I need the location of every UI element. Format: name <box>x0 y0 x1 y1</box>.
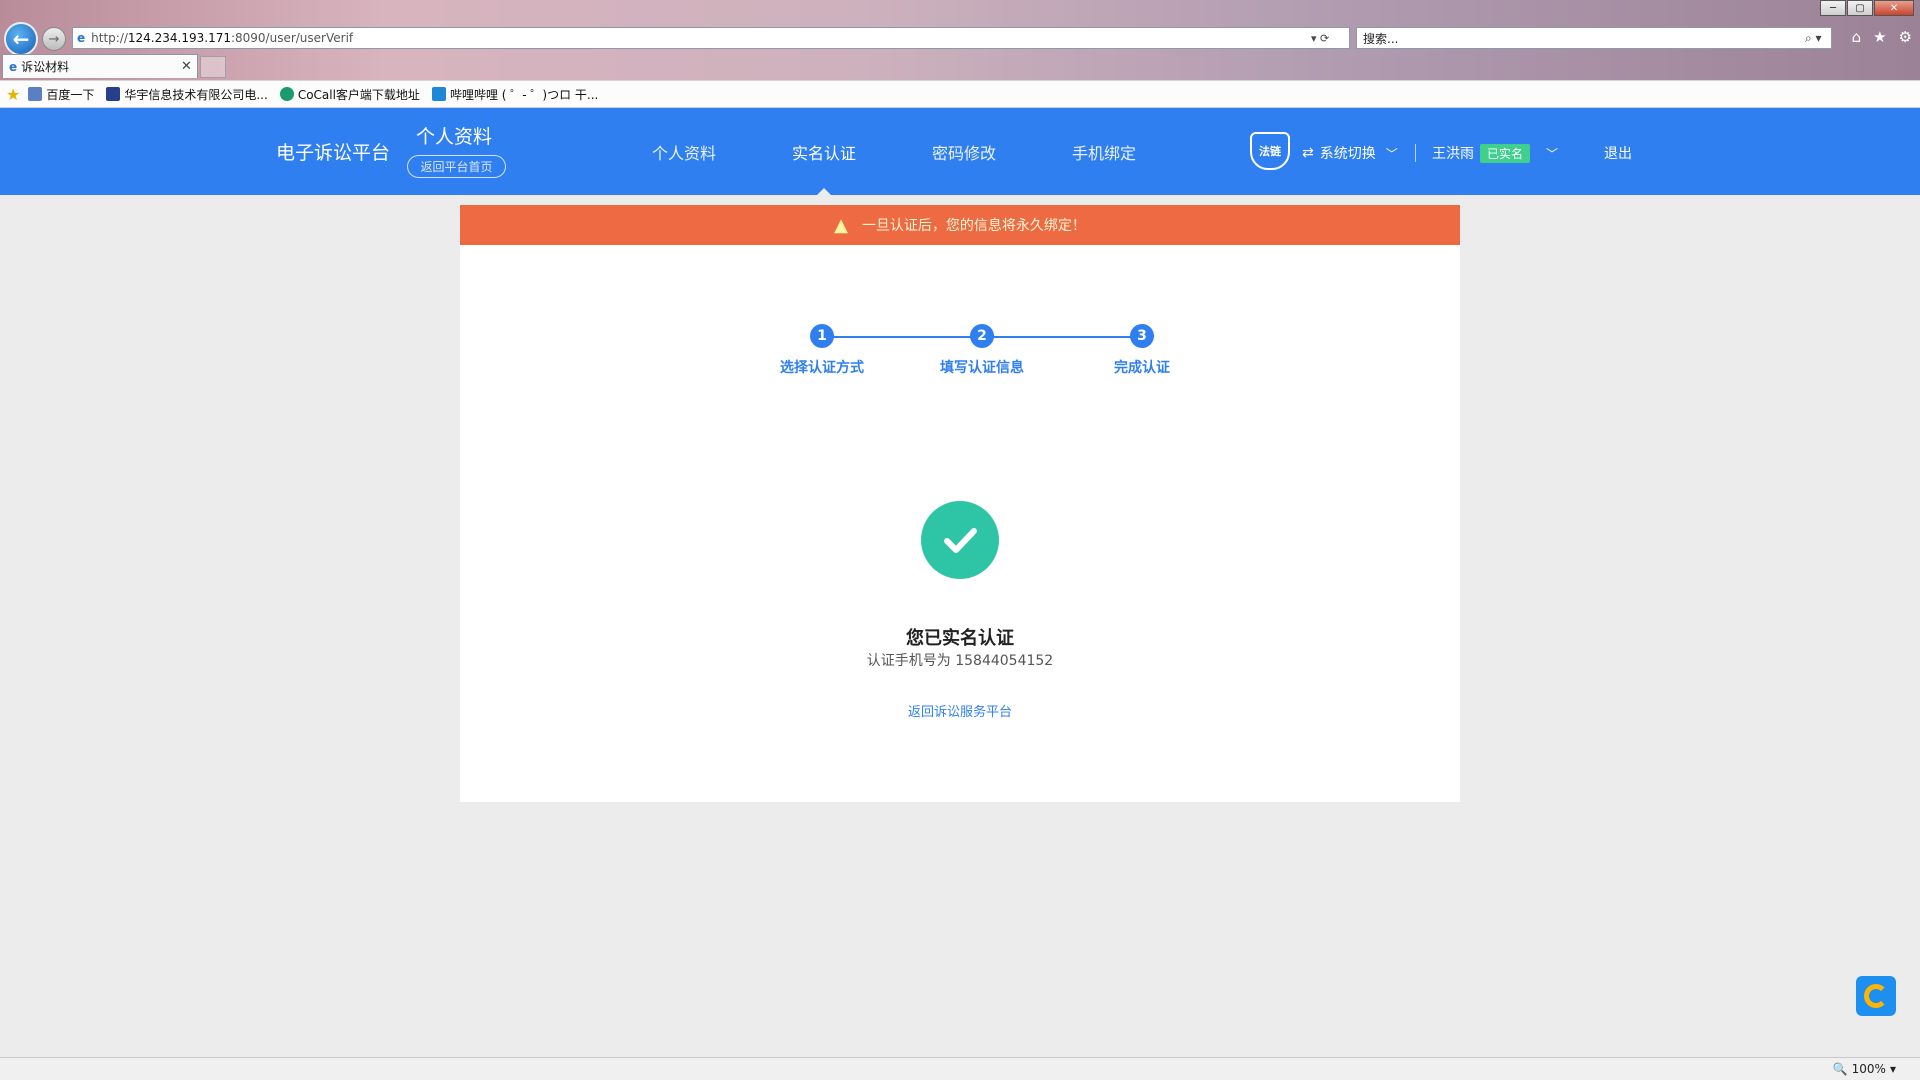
tab-title: 诉讼材料 <box>21 60 70 74</box>
search-icon[interactable]: ⌕ ▾ <box>1805 31 1831 46</box>
tab-profile[interactable]: 个人资料 <box>614 108 754 195</box>
step-number: 1 <box>810 324 834 348</box>
thunisoft-icon <box>106 87 121 101</box>
arrow-right-icon: → <box>48 31 60 47</box>
page-title: 个人资料 <box>416 126 493 148</box>
close-window-button[interactable]: ✕ <box>1874 0 1914 16</box>
brand-title[interactable]: 电子诉讼平台 <box>276 138 390 165</box>
close-tab-icon[interactable]: ✕ <box>181 59 197 74</box>
tab-real-name[interactable]: 实名认证 <box>754 108 894 195</box>
favorites-bar: ★ 百度一下 华宇信息技术有限公司电... CoCall客户端下载地址 哔哩哔哩… <box>0 80 1920 108</box>
home-icon[interactable]: ⌂ <box>1852 28 1862 46</box>
swap-icon: ⇄ <box>1302 145 1314 161</box>
arrow-left-icon: ← <box>12 27 30 51</box>
page-icon <box>28 87 43 101</box>
status-badge: 已实名 <box>1480 143 1531 163</box>
tab-phone-binding[interactable]: 手机绑定 <box>1034 108 1174 195</box>
favorite-link[interactable]: 百度一下 <box>28 86 94 103</box>
chat-icon <box>1864 984 1888 1008</box>
system-switch-label: 系统切换 <box>1319 146 1376 162</box>
minimize-button[interactable]: ─ <box>1820 0 1846 16</box>
logout-button[interactable]: 退出 <box>1604 143 1632 163</box>
top-nav: 个人资料 实名认证 密码修改 手机绑定 <box>614 108 1174 195</box>
search-input[interactable]: 搜索... <box>1363 30 1805 47</box>
favorite-link[interactable]: CoCall客户端下载地址 <box>279 86 420 103</box>
step-label: 完成认证 <box>1114 360 1170 376</box>
maximize-button[interactable]: ▢ <box>1847 0 1873 16</box>
window-controls: ─ ▢ ✕ <box>1819 0 1914 16</box>
return-home-button[interactable]: 返回平台首页 <box>407 155 506 178</box>
browser-title-bar: ─ ▢ ✕ ← → e http://124.234.193.171:8090/… <box>0 0 1920 86</box>
zoom-control[interactable]: 🔍 100% ▾ <box>1833 1062 1896 1076</box>
result-subtitle: 认证手机号为 15844054152 <box>866 653 1054 669</box>
ie-icon: e <box>9 59 18 74</box>
browser-toolbar-icons: ⌂ ★ ⚙ <box>1852 28 1912 46</box>
favorite-link[interactable]: 华宇信息技术有限公司电... <box>106 86 268 103</box>
user-menu[interactable]: 王洪雨 已实名 ﹀ <box>1432 143 1558 163</box>
step-1: 1 选择认证方式 <box>742 324 902 377</box>
step-number: 3 <box>1130 324 1154 348</box>
success-check-icon <box>921 501 999 579</box>
cocall-icon <box>279 87 294 101</box>
chevron-down-icon: ▾ <box>1889 1062 1896 1076</box>
chevron-down-icon: ﹀ <box>1385 146 1398 161</box>
step-label: 填写认证信息 <box>940 360 1024 376</box>
browser-status-bar: 🔍 100% ▾ <box>0 1057 1920 1080</box>
step-3: 3 完成认证 <box>1062 324 1222 377</box>
gear-icon[interactable]: ⚙ <box>1899 28 1912 46</box>
step-label: 选择认证方式 <box>780 360 864 376</box>
progress-steps: 1 选择认证方式 2 填写认证信息 3 完成认证 <box>742 324 1182 384</box>
tab-password[interactable]: 密码修改 <box>894 108 1034 195</box>
browser-tab[interactable]: e 诉讼材料 ✕ <box>2 54 198 78</box>
search-box[interactable]: 搜索... ⌕ ▾ <box>1356 27 1832 49</box>
chevron-down-icon: ﹀ <box>1546 146 1559 161</box>
favorite-link[interactable]: 哔哩哔哩 ( ゜- ゜)つロ 干... <box>431 86 598 103</box>
favorites-star-icon[interactable]: ★ <box>1873 28 1886 46</box>
address-url[interactable]: http://124.234.193.171:8090/user/userVer… <box>91 31 1311 45</box>
step-number: 2 <box>970 324 994 348</box>
system-switch[interactable]: ⇄ 系统切换 ﹀ <box>1302 143 1398 163</box>
return-service-platform-link: 返回诉讼服务平台 <box>907 705 1012 720</box>
warning-text: 一旦认证后，您的信息将永久绑定！ <box>861 218 1086 234</box>
step-2: 2 填写认证信息 <box>902 324 1062 377</box>
user-name: 王洪雨 <box>1432 146 1474 162</box>
site-header: 电子诉讼平台 个人资料 返回平台首页 个人资料 实名认证 密码修改 手机绑定 法… <box>0 108 1920 195</box>
warning-banner: ▲ 一旦认证后，您的信息将永久绑定！ <box>460 205 1460 245</box>
new-tab-button[interactable] <box>200 56 226 78</box>
chat-float-button[interactable] <box>1856 976 1896 1016</box>
divider <box>1415 144 1416 162</box>
favorites-add-icon[interactable]: ★ <box>6 85 20 104</box>
ie-icon: e <box>77 31 86 45</box>
forward-button[interactable]: → <box>42 27 66 51</box>
zoom-icon: 🔍 <box>1832 1062 1848 1076</box>
address-bar[interactable]: e http://124.234.193.171:8090/user/userV… <box>72 27 1350 49</box>
result-title: 您已实名认证 <box>906 628 1014 649</box>
bilibili-icon <box>431 87 446 101</box>
refresh-icon[interactable]: ▾ ⟳ <box>1311 32 1349 45</box>
back-button[interactable]: ← <box>4 22 38 56</box>
warning-icon: ▲ <box>834 214 848 236</box>
shield-icon[interactable]: 法链 <box>1250 132 1290 170</box>
